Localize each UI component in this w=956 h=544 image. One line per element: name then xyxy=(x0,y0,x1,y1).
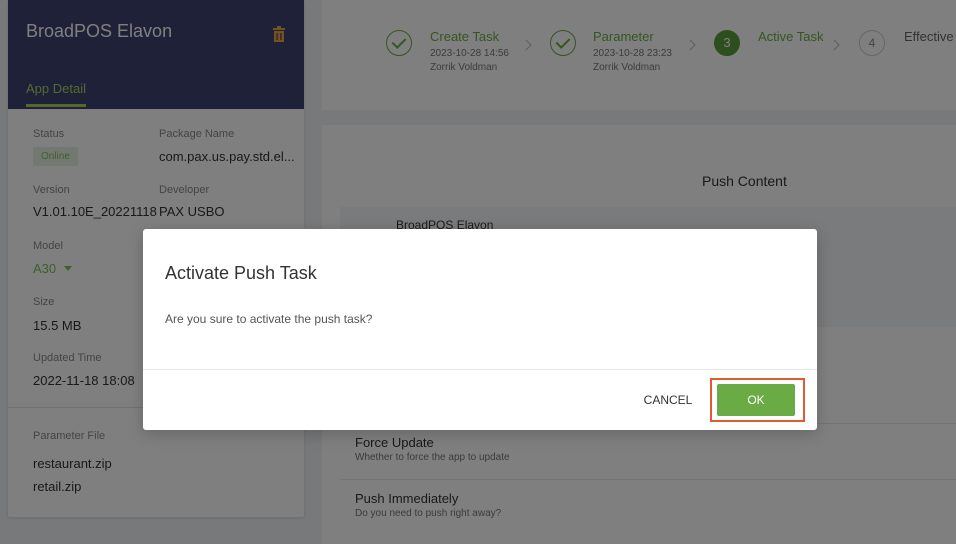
dialog-message: Are you sure to activate the push task? xyxy=(165,312,373,326)
activate-push-dialog: Activate Push Task Are you sure to activ… xyxy=(143,229,817,430)
cancel-button[interactable]: CANCEL xyxy=(633,383,703,417)
dialog-divider xyxy=(143,369,817,370)
dialog-title: Activate Push Task xyxy=(165,263,317,283)
ok-button[interactable]: OK xyxy=(717,384,795,416)
